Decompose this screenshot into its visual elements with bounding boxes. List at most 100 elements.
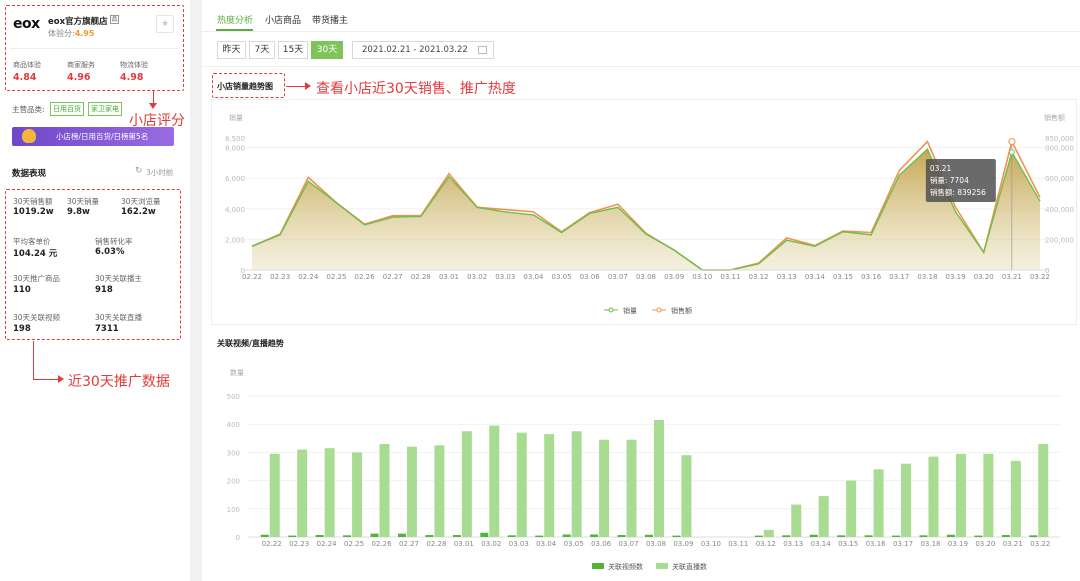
x-tick: 03.17: [889, 273, 909, 281]
bar-live: [352, 452, 363, 537]
x-tick: 03.11: [728, 540, 748, 548]
rating-label: 商家服务: [67, 61, 95, 69]
sales-chart-title: 小店销量趋势图: [217, 82, 273, 91]
divider: [202, 66, 1080, 67]
x-tick: 03.07: [619, 540, 639, 548]
trophy-icon: [22, 129, 36, 143]
x-tick: 03.09: [673, 540, 693, 548]
bar-live: [571, 431, 582, 537]
stat-value: 7311: [95, 324, 119, 334]
bar-video: [1001, 535, 1010, 537]
x-tick: 02.26: [371, 540, 392, 548]
bar-live: [461, 431, 472, 537]
range-15d-button[interactable]: 15天: [278, 41, 308, 59]
bar-video: [590, 534, 599, 537]
bar-video: [892, 535, 901, 537]
bar-video: [343, 535, 352, 537]
tab-heat-analysis[interactable]: 热度分析: [217, 13, 253, 26]
x-tick: 03.09: [664, 273, 684, 281]
bar-live: [297, 449, 308, 537]
bar-video: [837, 535, 846, 537]
bar-video: [1029, 535, 1038, 537]
range-30d-button[interactable]: 30天: [311, 41, 343, 59]
y-axis-right-label: 销售额: [1044, 113, 1065, 122]
promo-annotation-arrow: [33, 379, 61, 380]
bar-live: [901, 463, 912, 537]
y-tick-right: 600,000: [1045, 175, 1074, 183]
bar-live: [406, 446, 417, 537]
x-tick: 03.08: [636, 273, 656, 281]
rating-value: 4.84: [13, 72, 37, 83]
bar-video: [919, 535, 928, 537]
range-yesterday-button[interactable]: 昨天: [217, 41, 246, 59]
x-tick: 03.16: [861, 273, 882, 281]
date-range-picker[interactable]: 2021.02.21 - 2021.03.22: [352, 41, 494, 59]
favorite-star-icon[interactable]: ★: [156, 15, 174, 33]
stat-label: 30天关联播主: [95, 274, 143, 283]
tooltip-amount: 销售额: 839256: [930, 187, 986, 197]
x-tick: 03.21: [1002, 273, 1022, 281]
x-tick: 03.12: [749, 273, 769, 281]
x-tick: 02.27: [383, 273, 403, 281]
bar-video: [562, 534, 571, 537]
legend-amount-swatch: [656, 307, 662, 313]
y-tick-left: 8,500: [225, 135, 245, 143]
x-tick: 03.03: [495, 273, 515, 281]
main-panel: 热度分析 小店商品 带货播主 昨天 7天 15天 30天 2021.02.21 …: [202, 0, 1080, 581]
bar-video: [452, 535, 461, 537]
x-tick: 03.18: [920, 540, 940, 548]
x-tick: 03.19: [948, 540, 968, 548]
shop-sidebar: eox eox官方旗舰店 品 体验分:4.95 ★ 商品体验 4.84 商家服务…: [0, 0, 190, 581]
rating-value: 4.96: [67, 72, 91, 83]
y-tick-right: 850,000: [1045, 135, 1074, 143]
divider: [202, 31, 1080, 32]
bar-live: [1010, 460, 1021, 537]
sales-trend-chart: 销量 销售额0 02,000 200,0004,000 400,0006,000 600,…: [225, 113, 1074, 315]
bar-live: [434, 445, 445, 537]
y-tick: 400: [227, 421, 240, 429]
bar-video: [370, 533, 379, 537]
tab-shop-products[interactable]: 小店商品: [265, 13, 301, 26]
tab-streamers[interactable]: 带货播主: [312, 13, 348, 26]
rating-label: 商品体验: [13, 61, 41, 69]
x-tick: 02.23: [270, 273, 290, 281]
stat-value: 918: [95, 285, 113, 295]
rating-label: 物流体验: [120, 61, 148, 69]
y-tick-left: 6,000: [225, 175, 245, 183]
x-tick: 02.24: [298, 273, 319, 281]
stat-label: 平均客单价: [13, 237, 51, 246]
stat-label: 30天关联直播: [95, 313, 143, 322]
bar-live: [873, 469, 884, 537]
x-tick: 03.19: [946, 273, 966, 281]
y-tick-left: 4,000: [225, 206, 245, 214]
stat-value: 104.24 元: [13, 249, 58, 259]
rank-text: 小店榜/日用百货/日榜第5名: [56, 132, 149, 141]
bar-video: [754, 535, 763, 537]
bar-video: [782, 535, 791, 537]
range-7d-button[interactable]: 7天: [249, 41, 275, 59]
legend-amount-label: 销售额: [671, 306, 692, 315]
bar-video: [672, 535, 681, 537]
x-tick: 02.22: [242, 273, 262, 281]
bar-video: [507, 535, 516, 537]
y-tick: 300: [227, 449, 240, 457]
shop-name[interactable]: eox官方旗舰店: [48, 15, 108, 27]
bar-live: [763, 529, 774, 537]
x-tick: 03.08: [646, 540, 666, 548]
x-tick: 03.01: [439, 273, 459, 281]
x-tick: 02.28: [411, 273, 431, 281]
bar-video: [288, 535, 297, 537]
stat-value: 9.8w: [67, 207, 90, 217]
legend-live-swatch: [656, 563, 668, 569]
category-tag[interactable]: 家卫家电: [88, 102, 122, 116]
x-tick: 03.06: [580, 273, 601, 281]
sales-point: [1008, 149, 1015, 156]
stat-label: 销售转化率: [95, 237, 133, 246]
refresh-icon[interactable]: ↻: [135, 166, 143, 176]
x-tick: 02.22: [262, 540, 282, 548]
bar-live: [379, 443, 390, 537]
promo-annotation: 近30天推广数据: [68, 374, 170, 390]
category-tag[interactable]: 日用百货: [50, 102, 84, 116]
x-tick: 03.04: [523, 273, 544, 281]
y-tick-right: 800,000: [1045, 145, 1074, 153]
